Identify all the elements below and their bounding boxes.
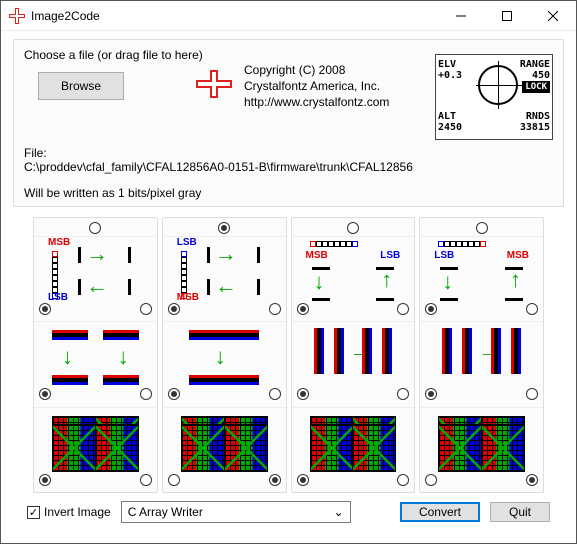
panel-4-sec3-left-radio[interactable] [425,474,437,486]
panel-1-sec3-right-radio[interactable] [140,474,152,486]
copyright-line: Copyright (C) 2008 [244,62,389,78]
checkbox-icon: ✓ [27,506,40,519]
browse-button[interactable]: Browse [38,72,124,100]
window-buttons [438,1,576,31]
panel-3-sec1-right-radio[interactable] [397,303,409,315]
convert-button[interactable]: Convert [400,502,480,522]
panel-2-radio[interactable] [218,222,230,234]
copyright-url: http://www.crystalfontz.com [244,94,389,110]
panel-3-radio[interactable] [347,222,359,234]
chevron-down-icon: ⌄ [334,505,344,519]
panel-3-sec3-left-radio[interactable] [297,474,309,486]
panel-1-sec1-left-radio[interactable] [39,303,51,315]
panel-1-sec3-left-radio[interactable] [39,474,51,486]
panel-2-sec2-left-radio[interactable] [168,388,180,400]
orientation-panel-3: MSB LSB ↓ ↓ → [291,217,416,493]
panel-4-sec2-right-radio[interactable] [526,388,538,400]
window-title: Image2Code [31,9,438,23]
file-info-group: Choose a file (or drag file to here) Bro… [13,39,564,207]
panel-4-sec1-left-radio[interactable] [425,303,437,315]
quit-button[interactable]: Quit [490,502,550,522]
panel-4-radio[interactable] [476,222,488,234]
writer-selected: C Array Writer [128,505,203,519]
orientation-panels: MSB LSB → → ↓ ↓ [13,217,564,493]
panel-1-sec2-left-radio[interactable] [39,388,51,400]
close-button[interactable] [530,1,576,31]
app-icon [9,8,25,24]
image-preview: ELVRANGE +0.3450 LOCK ALTRNDS 245033815 [435,54,553,140]
panel-4-sec2-left-radio[interactable] [425,388,437,400]
panel-2-sec3-right-radio[interactable] [269,474,281,486]
titlebar: Image2Code [1,1,576,31]
invert-image-checkbox[interactable]: ✓ Invert Image [27,505,111,519]
panel-4-sec3-right-radio[interactable] [526,474,538,486]
file-path: C:\proddev\cfal_family\CFAL12856A0-0151-… [24,160,413,174]
bottom-bar: ✓ Invert Image C Array Writer ⌄ Convert … [13,493,564,531]
panel-1-sec2-right-radio[interactable] [140,388,152,400]
orientation-panel-2: LSB MSB → → ↓ [162,217,287,493]
copyright-block: Copyright (C) 2008 Crystalfontz America,… [244,62,389,111]
writer-dropdown[interactable]: C Array Writer ⌄ [121,501,351,523]
panel-3-sec2-right-radio[interactable] [397,388,409,400]
minimize-button[interactable] [438,1,484,31]
panel-3-sec1-left-radio[interactable] [297,303,309,315]
panel-2-sec1-right-radio[interactable] [269,303,281,315]
bit-depth-text: Will be written as 1 bits/pixel gray [24,186,201,200]
panel-1-sec1-right-radio[interactable] [140,303,152,315]
copyright-company: Crystalfontz America, Inc. [244,78,389,94]
crystalfontz-logo-icon [196,70,232,98]
panel-2-sec3-left-radio[interactable] [168,474,180,486]
invert-label: Invert Image [44,505,111,519]
panel-3-sec3-right-radio[interactable] [397,474,409,486]
orientation-panel-4: LSB MSB ↓ ↓ → [419,217,544,493]
panel-4-sec1-right-radio[interactable] [526,303,538,315]
panel-2-sec1-left-radio[interactable] [168,303,180,315]
panel-3-sec2-left-radio[interactable] [297,388,309,400]
panel-1-radio[interactable] [89,222,101,234]
file-label: File: [24,146,47,160]
maximize-button[interactable] [484,1,530,31]
panel-2-sec2-right-radio[interactable] [269,388,281,400]
orientation-panel-1: MSB LSB → → ↓ ↓ [33,217,158,493]
